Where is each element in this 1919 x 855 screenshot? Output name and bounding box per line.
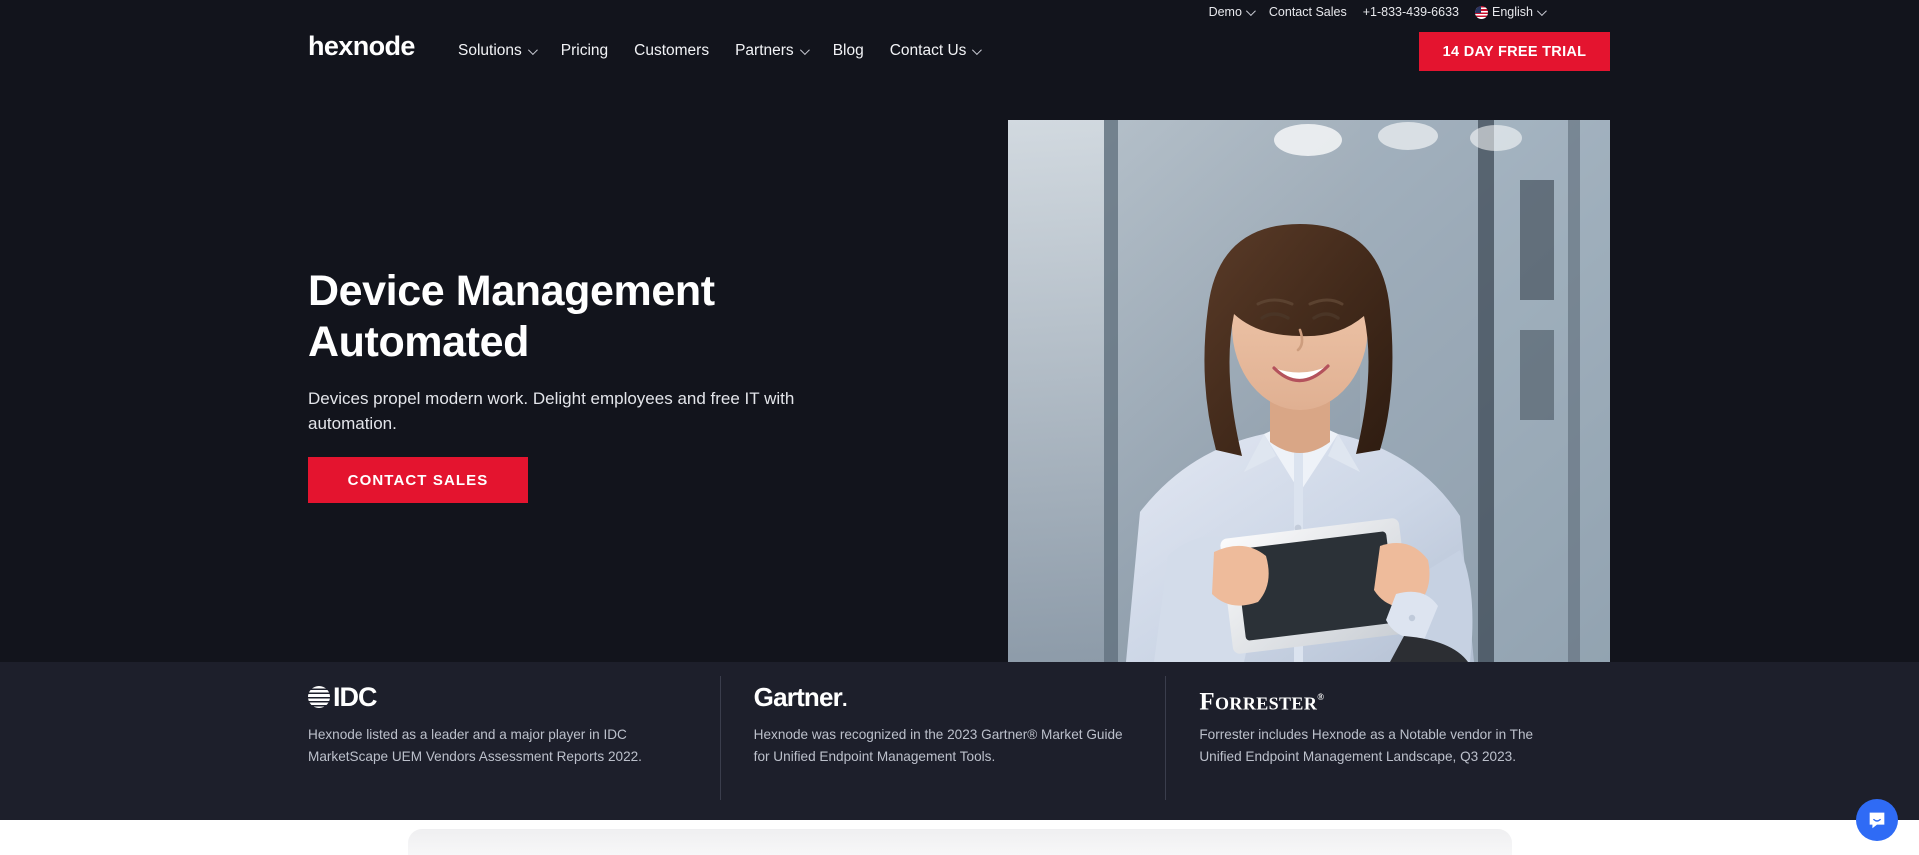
idc-logo: IDC bbox=[308, 681, 686, 712]
gartner-logo: Gartner. bbox=[753, 682, 1132, 712]
nav-item-contact-us[interactable]: Contact Us bbox=[889, 42, 983, 60]
gartner-logo-text: Gartner bbox=[753, 682, 843, 712]
topbar-language-label: English bbox=[1492, 5, 1533, 19]
registered-trademark-icon: ® bbox=[1317, 692, 1325, 702]
analyst-column-idc: IDC Hexnode listed as a leader and a maj… bbox=[308, 662, 720, 820]
next-section-card bbox=[408, 829, 1512, 855]
analyst-recognition-strip: IDC Hexnode listed as a leader and a maj… bbox=[0, 662, 1919, 820]
hero-image-illustration bbox=[1008, 120, 1610, 662]
analyst-column-gartner: Gartner. Hexnode was recognized in the 2… bbox=[719, 662, 1166, 820]
chevron-down-icon bbox=[799, 44, 810, 55]
globe-icon bbox=[308, 686, 330, 708]
nav-item-solutions[interactable]: Solutions bbox=[458, 42, 538, 60]
chevron-down-icon bbox=[1245, 5, 1256, 16]
hero-heading-line2: Automated bbox=[308, 318, 529, 366]
topbar-item-contact-sales[interactable]: Contact Sales bbox=[1269, 5, 1347, 19]
nav-item-partners[interactable]: Partners bbox=[735, 42, 810, 60]
nav-partners-label: Partners bbox=[735, 42, 794, 59]
forrester-logo: Forrester® bbox=[1199, 684, 1577, 715]
free-trial-button[interactable]: 14 DAY FREE TRIAL bbox=[1419, 32, 1610, 71]
trademark-dot-icon: . bbox=[842, 689, 848, 711]
nav-solutions-label: Solutions bbox=[458, 42, 522, 59]
analyst-text-idc: Hexnode listed as a leader and a major p… bbox=[308, 727, 642, 764]
nav-item-pricing[interactable]: Pricing bbox=[561, 42, 608, 60]
us-flag-icon bbox=[1475, 5, 1488, 19]
nav-links: Solutions Pricing Customers Partners Blo… bbox=[458, 42, 983, 60]
forrester-logo-text: Forrester bbox=[1199, 688, 1318, 716]
analyst-text-gartner: Hexnode was recognized in the 2023 Gartn… bbox=[753, 727, 1123, 764]
analyst-text-forrester: Forrester includes Hexnode as a Notable … bbox=[1199, 727, 1534, 764]
hexnode-logo[interactable]: hexnode bbox=[308, 33, 415, 60]
nav-pricing-label: Pricing bbox=[560, 42, 609, 59]
hexnode-landing-page: Demo Contact Sales +1-833-439-6633 Engli… bbox=[0, 0, 1919, 855]
hero-heading-line1: Device Management bbox=[308, 267, 715, 315]
hero-image bbox=[1008, 120, 1610, 662]
chat-bubble-icon bbox=[1869, 812, 1885, 829]
chat-widget-button[interactable] bbox=[1856, 799, 1898, 841]
chevron-down-icon bbox=[527, 44, 538, 55]
chevron-down-icon bbox=[1536, 5, 1547, 16]
analyst-column-forrester: Forrester® Forrester includes Hexnode as… bbox=[1165, 662, 1611, 820]
nav-blog-label: Blog bbox=[832, 42, 864, 59]
utility-topbar: Demo Contact Sales +1-833-439-6633 Engli… bbox=[0, 0, 1919, 24]
topbar-item-demo[interactable]: Demo bbox=[1208, 5, 1256, 19]
nav-contact-us-label: Contact Us bbox=[889, 42, 967, 59]
analyst-columns: IDC Hexnode listed as a leader and a maj… bbox=[308, 662, 1611, 820]
contact-sales-button[interactable]: CONTACT SALES bbox=[308, 457, 528, 503]
hero-subheading: Devices propel modern work. Delight empl… bbox=[308, 389, 795, 433]
topbar-item-language[interactable]: English bbox=[1475, 5, 1547, 19]
hero-section: Demo Contact Sales +1-833-439-6633 Engli… bbox=[0, 0, 1919, 662]
topbar-contact-sales-label: Contact Sales bbox=[1268, 5, 1347, 19]
topbar-phone-label: +1-833-439-6633 bbox=[1362, 5, 1459, 19]
topbar-demo-label: Demo bbox=[1208, 5, 1242, 19]
topbar-item-phone[interactable]: +1-833-439-6633 bbox=[1363, 5, 1459, 19]
nav-item-blog[interactable]: Blog bbox=[833, 42, 864, 60]
nav-customers-label: Customers bbox=[634, 42, 710, 59]
nav-item-customers[interactable]: Customers bbox=[634, 42, 709, 60]
idc-logo-text: IDC bbox=[333, 681, 377, 712]
page-title: Device Management Automated bbox=[308, 266, 715, 368]
